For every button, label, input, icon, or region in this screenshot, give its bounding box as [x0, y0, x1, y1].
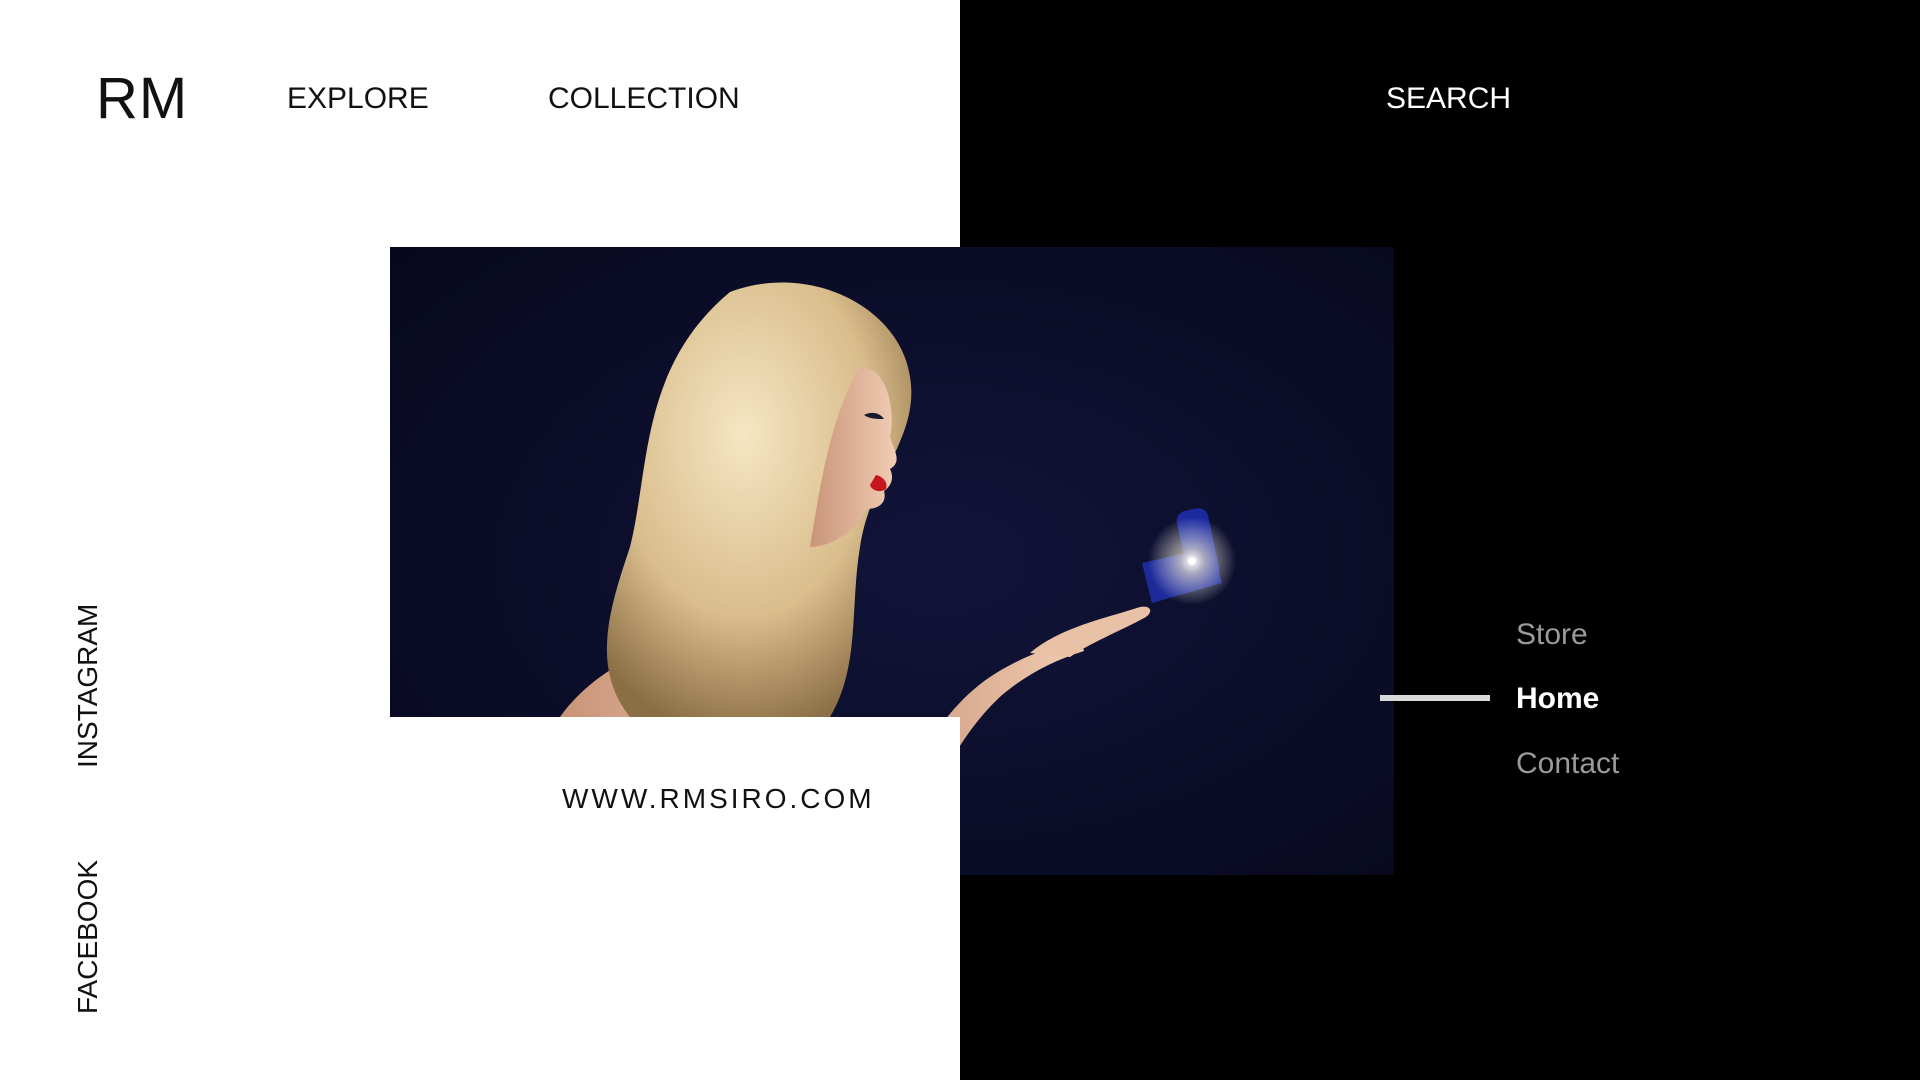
nav-collection[interactable]: COLLECTION — [548, 84, 740, 114]
brand-logo[interactable]: RM — [96, 70, 188, 128]
hero-image — [390, 247, 1394, 875]
nav-search[interactable]: SEARCH — [1386, 84, 1511, 114]
website-url: WWW.RMSIRO.COM — [562, 783, 875, 814]
social-instagram-link[interactable]: INSTAGRAM — [72, 604, 103, 768]
menu-item-home[interactable]: Home — [1516, 684, 1599, 714]
menu-item-store[interactable]: Store — [1516, 620, 1588, 650]
active-indicator — [1380, 695, 1490, 701]
nav-explore[interactable]: EXPLORE — [287, 84, 429, 114]
menu-item-contact[interactable]: Contact — [1516, 749, 1619, 779]
social-facebook-link[interactable]: FACEBOOK — [72, 860, 103, 1014]
